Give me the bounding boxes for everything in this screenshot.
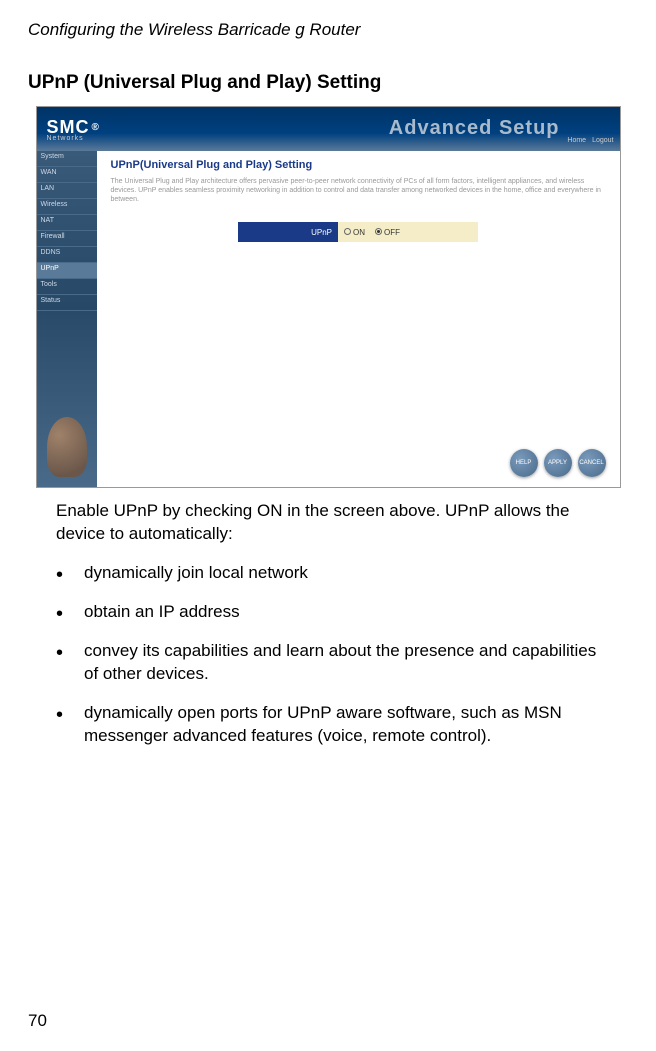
sidebar-item-firewall[interactable]: Firewall <box>37 231 97 247</box>
radio-off-label: OFF <box>384 228 400 237</box>
home-link[interactable]: Home <box>567 137 586 144</box>
radio-on-label: ON <box>353 228 365 237</box>
sidebar-figure-icon <box>47 417 87 477</box>
advanced-setup-label: Advanced Setup <box>389 117 560 140</box>
page-number: 70 <box>28 1011 47 1031</box>
sidebar-item-wan[interactable]: WAN <box>37 167 97 183</box>
smc-logo: SMC ® Networks <box>47 117 100 142</box>
sidebar-item-lan[interactable]: LAN <box>37 183 97 199</box>
sidebar: System WAN LAN Wireless NAT Firewall DDN… <box>37 151 97 487</box>
intro-text: Enable UPnP by checking ON in the screen… <box>56 500 600 546</box>
sidebar-item-upnp[interactable]: UPnP <box>37 263 97 279</box>
screenshot-topbar: SMC ® Networks Advanced Setup Home Logou… <box>37 107 620 151</box>
list-item: dynamically join local network <box>56 562 600 585</box>
main-panel: UPnP(Universal Plug and Play) Setting Th… <box>97 151 620 487</box>
section-title: UPnP (Universal Plug and Play) Setting <box>28 72 628 94</box>
sidebar-decoration <box>37 311 97 487</box>
sidebar-item-system[interactable]: System <box>37 151 97 167</box>
apply-button[interactable]: APPLY <box>544 449 572 477</box>
radio-on-wrapper[interactable]: ON <box>344 228 365 237</box>
panel-title: UPnP(Universal Plug and Play) Setting <box>111 159 606 171</box>
upnp-label: UPnP <box>238 222 338 242</box>
list-item: convey its capabilities and learn about … <box>56 640 600 686</box>
bullet-list: dynamically join local network obtain an… <box>56 562 600 748</box>
sidebar-item-nat[interactable]: NAT <box>37 215 97 231</box>
help-button[interactable]: HELP <box>510 449 538 477</box>
cancel-button[interactable]: CANCEL <box>578 449 606 477</box>
upnp-options: ON OFF <box>338 222 478 242</box>
radio-on-icon <box>344 228 351 235</box>
sidebar-item-tools[interactable]: Tools <box>37 279 97 295</box>
logout-link[interactable]: Logout <box>592 137 613 144</box>
panel-description: The Universal Plug and Play architecture… <box>111 177 606 204</box>
logo-registered: ® <box>92 122 100 133</box>
upnp-control: UPnP ON OFF <box>238 222 478 242</box>
sidebar-item-status[interactable]: Status <box>37 295 97 311</box>
logo-subtitle: Networks <box>47 135 100 142</box>
header-links: Home Logout <box>567 137 613 144</box>
sidebar-item-wireless[interactable]: Wireless <box>37 199 97 215</box>
radio-off-wrapper[interactable]: OFF <box>375 228 400 237</box>
router-screenshot: SMC ® Networks Advanced Setup Home Logou… <box>36 106 621 488</box>
page-header: Configuring the Wireless Barricade g Rou… <box>28 20 628 40</box>
screenshot-body: System WAN LAN Wireless NAT Firewall DDN… <box>37 151 620 487</box>
sidebar-item-ddns[interactable]: DDNS <box>37 247 97 263</box>
footer-buttons: HELP APPLY CANCEL <box>510 449 606 477</box>
list-item: obtain an IP address <box>56 601 600 624</box>
radio-off-icon <box>375 228 382 235</box>
list-item: dynamically open ports for UPnP aware so… <box>56 702 600 748</box>
upnp-control-row: UPnP ON OFF <box>111 222 606 242</box>
